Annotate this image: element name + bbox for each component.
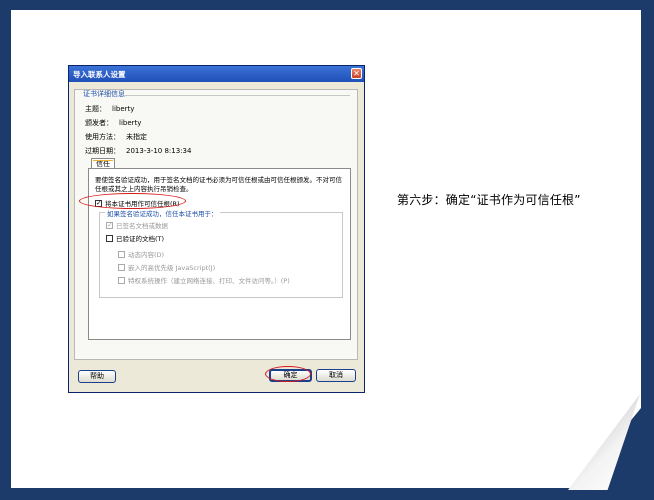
privileged-checkbox[interactable] bbox=[118, 276, 125, 284]
help-button[interactable]: 帮助 bbox=[78, 370, 116, 383]
certified-docs-checkbox[interactable] bbox=[106, 234, 113, 242]
field-usage-value: 未指定 bbox=[126, 133, 147, 141]
field-subject: 主题： liberty bbox=[85, 104, 134, 114]
dialog-titlebar[interactable]: 导入联系人设置 ✕ bbox=[69, 66, 364, 82]
option-certified-docs[interactable]: 已验证的文档(T) bbox=[106, 233, 164, 243]
option-privileged[interactable]: 特权系统操作（建立网络连接、打印、文件访问等。）(P) bbox=[118, 275, 290, 285]
signed-docs-checkbox[interactable]: ✓ bbox=[106, 221, 113, 229]
trust-root-highlight-oval bbox=[79, 193, 186, 209]
field-subject-value: liberty bbox=[112, 105, 135, 113]
cancel-button[interactable]: 取消 bbox=[316, 369, 356, 382]
import-contact-settings-dialog: 导入联系人设置 ✕ 证书详细信息 主题： liberty 颁发者： liberty … bbox=[68, 65, 365, 393]
field-issuer-label: 颁发者： bbox=[85, 119, 113, 127]
ok-highlight-oval bbox=[265, 366, 311, 382]
field-expiry-label: 过期日期： bbox=[85, 147, 120, 155]
certified-docs-label: 已验证的文档(T) bbox=[116, 235, 165, 243]
certificate-details-title: 证书详细信息 bbox=[83, 90, 125, 98]
option-dynamic[interactable]: 动态内容(D) bbox=[118, 249, 164, 259]
trust-description: 要使签名验证成功，用于签名文档的证书必须为可信任根或由可信任根颁发。不对可信任根… bbox=[95, 176, 342, 193]
field-expiry: 过期日期： 2013-3-10 8:13:34 bbox=[85, 146, 191, 156]
trust-usage-group: 如果签名验证成功，信任本证书用于： ✓ 已签名文档或数据 已验证的文档(T) 动… bbox=[99, 208, 343, 298]
field-issuer-value: liberty bbox=[119, 119, 142, 127]
close-icon[interactable]: ✕ bbox=[351, 68, 362, 79]
field-usage: 使用方法： 未指定 bbox=[85, 132, 147, 142]
option-signed-docs[interactable]: ✓ 已签名文档或数据 bbox=[106, 220, 168, 230]
javascript-checkbox[interactable] bbox=[118, 263, 125, 271]
privileged-label: 特权系统操作（建立网络连接、打印、文件访问等。）(P) bbox=[128, 277, 290, 285]
option-javascript[interactable]: 嵌入的高优先级 JavaScript(J) bbox=[118, 262, 215, 272]
trust-usage-group-title: 如果签名验证成功，信任本证书用于： bbox=[105, 208, 220, 218]
step-caption: 第六步：确定“证书作为可信任根” bbox=[397, 193, 581, 207]
field-subject-label: 主题： bbox=[85, 105, 106, 113]
javascript-label: 嵌入的高优先级 JavaScript(J) bbox=[128, 264, 216, 272]
dialog-title: 导入联系人设置 bbox=[73, 69, 126, 79]
dynamic-label: 动态内容(D) bbox=[128, 251, 165, 259]
field-usage-label: 使用方法： bbox=[85, 133, 120, 141]
field-issuer: 颁发者： liberty bbox=[85, 118, 141, 128]
signed-docs-label: 已签名文档或数据 bbox=[116, 222, 168, 230]
field-expiry-value: 2013-3-10 8:13:34 bbox=[126, 147, 192, 155]
section-divider bbox=[125, 95, 350, 96]
dynamic-checkbox[interactable] bbox=[118, 250, 125, 258]
certificate-details-panel: 证书详细信息 主题： liberty 颁发者： liberty 使用方法： 未指定 过… bbox=[74, 89, 358, 360]
